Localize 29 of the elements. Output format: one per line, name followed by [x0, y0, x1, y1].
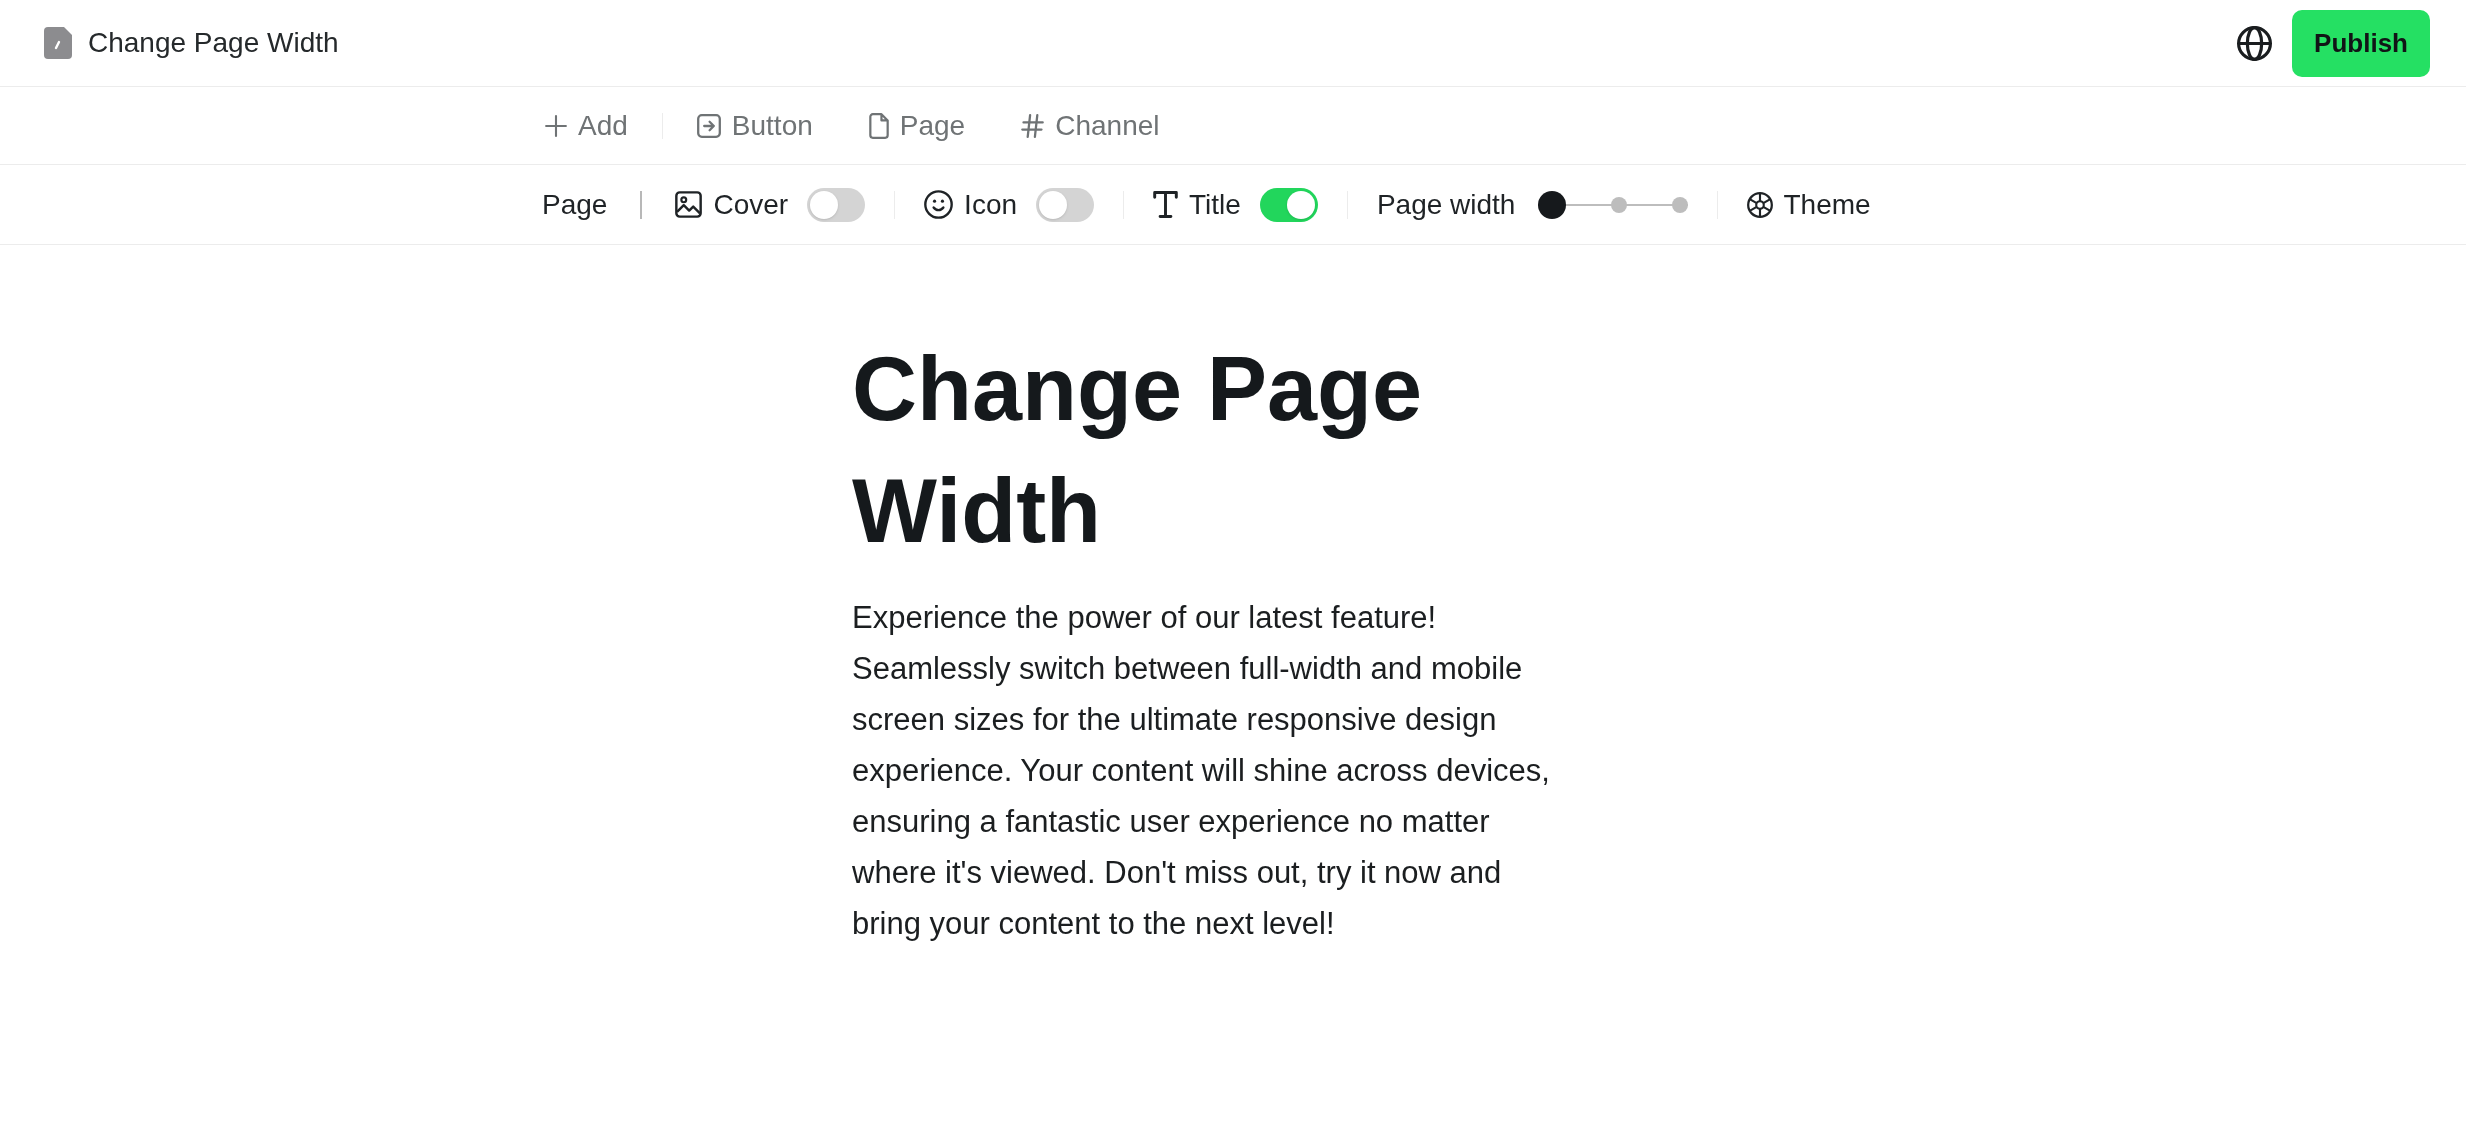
- globe-icon[interactable]: [2237, 25, 2273, 61]
- toggle-switch[interactable]: [807, 187, 866, 222]
- slider-stop[interactable]: [1538, 190, 1567, 219]
- toggle-switch[interactable]: [1036, 187, 1095, 222]
- page-title: Change Page Width: [852, 338, 1424, 563]
- page-width-label: Page width: [1376, 187, 1516, 222]
- file-icon: [868, 112, 889, 139]
- toggle-label: Title: [1189, 187, 1241, 222]
- letter-t-icon: [1153, 191, 1179, 218]
- document-icon: [44, 27, 72, 59]
- page-label: Page: [542, 187, 608, 222]
- theme-button[interactable]: Theme: [1747, 183, 1871, 226]
- publish-button[interactable]: Publish: [2292, 9, 2430, 77]
- toolbar-button[interactable]: Add: [545, 104, 628, 147]
- toolbar-button[interactable]: Page: [868, 104, 966, 147]
- document-title: Change Page Width: [88, 26, 339, 60]
- smiley-icon: [924, 190, 954, 219]
- slider-stop[interactable]: [1672, 196, 1689, 213]
- toolbar-button[interactable]: Button: [696, 104, 813, 147]
- plus-icon: [545, 114, 567, 137]
- toolbar-button[interactable]: Channel: [1021, 104, 1160, 147]
- hash-icon: [1021, 113, 1045, 138]
- toggle-label: Cover: [713, 187, 789, 222]
- body-paragraph: Experience the power of our latest feature! Seamlessly switch between full-width and mobile screen sizes for the ultimate responsive design experience. Your content will shine across devices, ensuring a fantastic user experience no matter where it's viewed. Don't miss out, try it now and bring your content to the next level!: [852, 599, 1551, 943]
- image-icon: [675, 191, 703, 218]
- toggle-switch[interactable]: [1259, 187, 1318, 222]
- slider-stop[interactable]: [1611, 196, 1628, 213]
- wheel-icon: [1747, 191, 1774, 218]
- toggle-label: Icon: [964, 187, 1018, 222]
